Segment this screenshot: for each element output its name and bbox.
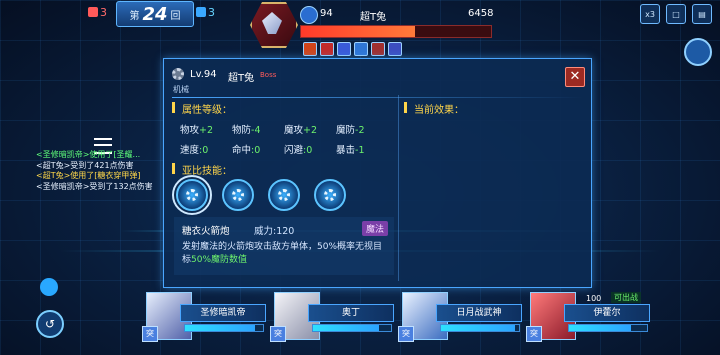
team-member-4[interactable]: 100 可出战 伊藿尔 突 (524, 292, 650, 342)
stat-row: 物攻+2 物防-4 魔攻+2 魔防-2 (180, 119, 390, 139)
skill-power: 威力:120 (254, 226, 295, 237)
hero-hp-bar (184, 324, 264, 332)
hero-tag: 突 (270, 326, 286, 342)
skill-list (172, 175, 346, 215)
red-team-icon (88, 7, 98, 17)
effects-title: 当前效果： (404, 101, 464, 116)
hero-tag: 突 (526, 326, 542, 342)
skill-slot-2[interactable] (222, 179, 254, 211)
stat-item: 命中:0 (232, 145, 261, 156)
enemy-hp-value: 6458 (468, 8, 494, 19)
hero-status: 可出战 (611, 292, 641, 303)
header-divider (172, 97, 583, 98)
buff-fire-icon[interactable] (303, 42, 317, 56)
team-member-3[interactable]: 日月战武神 突 (396, 292, 522, 342)
blue-team-score: 3 (196, 2, 215, 22)
log-line: <超T兔>受到了421点伤害 (36, 160, 134, 170)
hero-tag: 突 (398, 326, 414, 342)
modal-type: 机械 (173, 85, 189, 94)
top-right-controls: x3 □ ▤ (640, 4, 712, 24)
hero-hp-bar (440, 324, 520, 332)
boss-tag: Boss (260, 71, 277, 79)
emoji-icon[interactable] (40, 278, 58, 296)
hero-hp-fill (441, 325, 516, 331)
team-member-1[interactable]: 圣修暗凯帝 突 (140, 292, 266, 342)
hero-hp-number: 100 (586, 294, 602, 303)
enemy-name: 超T兔 (360, 12, 387, 23)
skill-description: 发射魔法的火箭炮攻击敌方单体，50%概率无视目标50%魔防数值 (182, 242, 383, 265)
hero-name: 圣修暗凯帝 (180, 304, 266, 322)
enemy-hp-bar (300, 25, 492, 38)
screen-button[interactable]: □ (666, 4, 686, 24)
attribute-grid: 物攻+2 物防-4 魔攻+2 魔防-2 速度:0 命中:0 闪避:0 暴击-1 (180, 119, 390, 159)
skills-title: 亚比技能： (172, 162, 232, 177)
modal-header: Lv.94 超T兔 Boss 机械 ✕ (164, 59, 591, 94)
enemy-level: 94 (320, 8, 333, 19)
attributes-title: 属性等级： (172, 101, 232, 116)
buff-magic-icon[interactable] (388, 42, 402, 56)
buff-defense-icon[interactable] (354, 42, 368, 56)
red-team-score: 3 (88, 2, 107, 22)
hero-name: 奥丁 (308, 304, 394, 322)
skill-slot-3[interactable] (268, 179, 300, 211)
skill-type-tag: 魔法 (361, 221, 388, 236)
stat-item: 物防-4 (232, 125, 261, 136)
skill-gear-icon (324, 189, 336, 201)
settings-gear-icon[interactable] (684, 38, 712, 66)
blue-team-icon (196, 7, 206, 17)
skill-gear-icon (186, 189, 198, 201)
enemy-detail-modal: Lv.94 超T兔 Boss 机械 ✕ 属性等级： 当前效果： 物攻+2 物防-… (163, 58, 592, 288)
team-bar: 圣修暗凯帝 突 奥丁 突 日月战武神 突 100 可出战 伊藿尔 突 (140, 292, 650, 342)
stat-item: 速度:0 (180, 145, 209, 156)
skill-gear-icon (232, 189, 244, 201)
close-button[interactable]: ✕ (565, 67, 585, 87)
hero-tag: 突 (142, 326, 158, 342)
enemy-level-badge-icon (300, 6, 318, 24)
modal-level: Lv.94 (190, 69, 217, 80)
hero-name: 伊藿尔 (564, 304, 650, 322)
back-button[interactable]: ↺ (36, 310, 64, 338)
hero-hp-bar (568, 324, 648, 332)
buff-attack-icon[interactable] (320, 42, 334, 56)
buff-shield-icon[interactable] (337, 42, 351, 56)
round-counter: 第 24 回 (116, 1, 194, 27)
mechanical-type-icon (172, 68, 184, 80)
team-member-2[interactable]: 奥丁 突 (268, 292, 394, 342)
hero-hp-fill (569, 325, 632, 331)
skill-slot-4[interactable] (314, 179, 346, 211)
stat-item: 闪避:0 (284, 145, 313, 156)
log-line: <超T兔>使用了[糖衣穿甲弹] (36, 171, 141, 180)
hero-hp-fill (313, 325, 380, 331)
stat-row: 速度:0 命中:0 闪避:0 暴击-1 (180, 139, 390, 159)
enemy-hp-fill (301, 26, 415, 37)
skill-detail: 糖衣火箭炮 威力:120 魔法 发射魔法的火箭炮攻击敌方单体，50%概率无视目标… (174, 217, 394, 275)
buff-debuff-icon[interactable] (371, 42, 385, 56)
stat-item: 物攻+2 (180, 125, 214, 136)
skill-gear-icon (278, 189, 290, 201)
stat-item: 暴击-1 (336, 145, 365, 156)
hero-hp-fill (185, 325, 256, 331)
battle-log: <圣修暗凯帝>使用了[圣耀... <超T兔>受到了421点伤害 <超T兔>使用了… (36, 150, 166, 192)
hero-name: 日月战武神 (436, 304, 522, 322)
hero-hp-bar (312, 324, 392, 332)
skill-name: 糖衣火箭炮 (182, 226, 230, 237)
column-divider (398, 95, 399, 281)
skill-slot-1[interactable] (172, 175, 212, 215)
stat-item: 魔攻+2 (284, 125, 318, 136)
enemy-buff-list (303, 42, 402, 56)
log-line: <圣修暗凯帝>受到了132点伤害 (36, 181, 153, 191)
menu-button[interactable]: ▤ (692, 4, 712, 24)
log-line: <圣修暗凯帝>使用了[圣耀... (36, 150, 141, 159)
speed-button[interactable]: x3 (640, 4, 660, 24)
stat-item: 魔防-2 (336, 125, 365, 136)
modal-name: 超T兔 (228, 73, 255, 84)
